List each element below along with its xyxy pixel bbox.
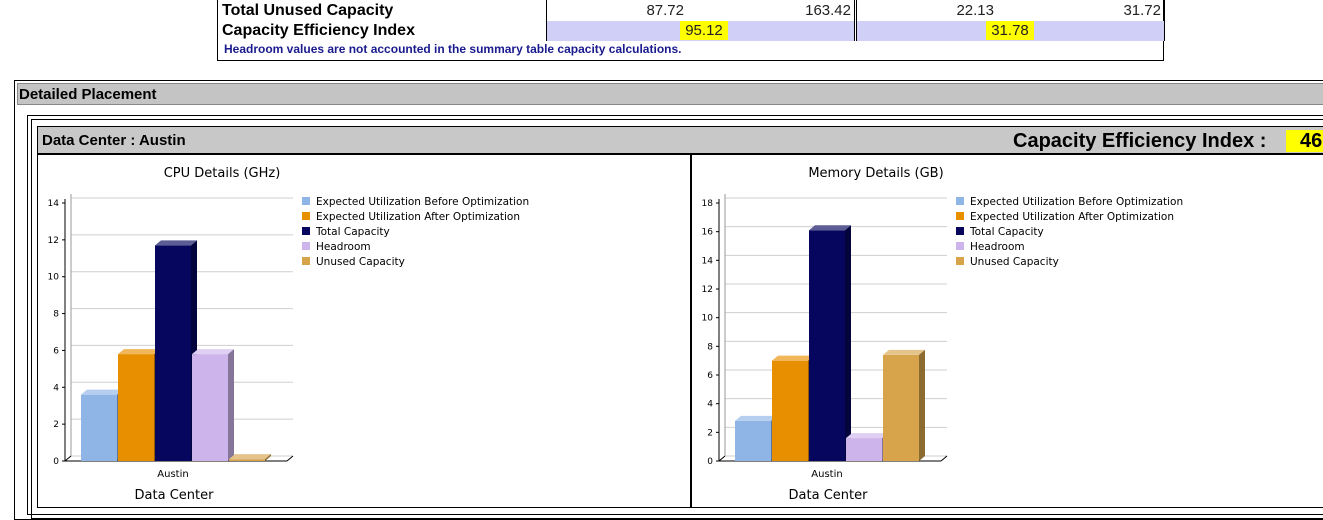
chart1-y-tick-label: 8	[707, 342, 713, 352]
chart1-y-tick-label: 14	[702, 256, 714, 266]
chart0-y-tick-label: 8	[53, 310, 59, 320]
chart0-y-tick-label: 4	[53, 383, 59, 393]
chart1-legend-swatch-4	[956, 257, 964, 265]
chart0-category-label: Austin	[157, 469, 188, 480]
row-label-total-unused-capacity: Total Unused Capacity	[222, 2, 394, 19]
memory-chart: Memory Details (GB) 0 2 4 6 8 10 12 14 16 18 Austin…	[702, 166, 1184, 503]
chart0-legend-label-3: Headroom	[316, 241, 371, 253]
chart1-bar-2	[809, 230, 845, 461]
chart0-bar-top-4	[229, 454, 271, 460]
chart0-legend-label-4: Unused Capacity	[316, 256, 405, 268]
chart0-legend-swatch-2	[302, 227, 310, 235]
chart0-floor-edge-right	[286, 455, 294, 462]
data-center-header: Data Center : Austin Capacity Efficiency…	[37, 126, 1323, 154]
chart1-bar-side-2	[845, 225, 851, 461]
chart0-y-tick-label: 10	[48, 273, 60, 283]
chart0-y-tick-label: 0	[53, 457, 59, 467]
chart1-bar-0	[735, 420, 771, 461]
chart0-title: CPU Details (GHz)	[164, 166, 281, 181]
chart0-floor-edge-left	[64, 455, 72, 462]
chart0-y-tick-label: 12	[48, 236, 59, 246]
value-cell: 31.72	[1123, 2, 1161, 19]
chart0-legend-swatch-0	[302, 197, 310, 205]
chart1-y-tick-label: 16	[702, 228, 714, 238]
value-cell: 22.13	[956, 2, 994, 19]
chart1-bar-top-2	[809, 225, 851, 231]
chart1-y-tick-label: 18	[702, 199, 714, 209]
chart0-bar-top-0	[81, 389, 123, 395]
headroom-note: Headroom values are not accounted in the…	[224, 42, 682, 56]
memory-chart-panel: Memory Details (GB) 0 2 4 6 8 10 12 14 16 18 Austin…	[691, 154, 1323, 508]
cei-label: Capacity Efficiency Index :	[1013, 130, 1267, 152]
cpu-chart: CPU Details (GHz) 0 2 4 6 8 10 12 14 Austin Data C…	[48, 166, 530, 503]
chart0-x-axis-label: Data Center	[135, 488, 215, 503]
chart0-bar-top-1	[118, 349, 160, 355]
chart1-y-tick-label: 2	[707, 428, 713, 438]
chart1-y-tick-label: 10	[702, 314, 714, 324]
chart1-bar-top-3	[846, 433, 888, 439]
chart1-bar-3	[846, 438, 882, 461]
chart1-legend-swatch-3	[956, 242, 964, 250]
chart1-legend-swatch-0	[956, 197, 964, 205]
cei-value-left: 95.12	[680, 21, 728, 40]
chart0-bar-top-3	[192, 349, 234, 355]
chart0-legend-label-2: Total Capacity	[315, 226, 390, 238]
chart1-x-axis-label: Data Center	[789, 488, 869, 503]
chart1-legend-swatch-2	[956, 227, 964, 235]
chart1-legend-label-0: Expected Utilization Before Optimization	[970, 196, 1183, 208]
chart1-legend-label-3: Headroom	[970, 241, 1025, 253]
value-cell: 87.72	[646, 2, 684, 19]
chart1-category-label: Austin	[811, 469, 842, 480]
row-label-capacity-efficiency-index: Capacity Efficiency Index	[222, 22, 415, 39]
chart1-bar-top-1	[772, 355, 814, 361]
chart1-bar-top-4	[883, 349, 925, 355]
chart0-bar-0	[81, 394, 117, 461]
chart0-bar-4	[229, 459, 265, 461]
chart1-floor-edge-left	[718, 455, 726, 462]
value-cell: 163.42	[805, 2, 851, 19]
chart1-bar-4	[883, 354, 919, 461]
chart1-bar-1	[772, 360, 808, 461]
chart0-y-tick-label: 6	[53, 346, 59, 356]
chart0-bar-1	[118, 354, 154, 461]
cpu-chart-panel: CPU Details (GHz) 0 2 4 6 8 10 12 14 Austin Data C…	[37, 154, 691, 508]
detailed-placement-header: Detailed Placement	[17, 83, 1323, 105]
chart0-legend-swatch-4	[302, 257, 310, 265]
chart0-legend-label-0: Expected Utilization Before Optimization	[316, 196, 529, 208]
chart1-y-tick-label: 6	[707, 371, 713, 381]
chart0-legend-swatch-1	[302, 212, 310, 220]
chart1-title: Memory Details (GB)	[808, 166, 943, 181]
chart1-bar-top-0	[735, 415, 777, 421]
chart0-bar-2	[155, 245, 191, 461]
data-center-title: Data Center : Austin	[42, 132, 186, 149]
chart1-legend-swatch-1	[956, 212, 964, 220]
chart0-bar-3	[192, 354, 228, 461]
chart1-y-tick-label: 12	[702, 285, 713, 295]
chart0-y-tick-label: 2	[53, 420, 59, 430]
chart1-legend-label-1: Expected Utilization After Optimization	[970, 211, 1174, 223]
chart1-floor-edge-right	[940, 455, 948, 462]
chart0-legend-label-1: Expected Utilization After Optimization	[316, 211, 520, 223]
chart1-legend-label-4: Unused Capacity	[970, 256, 1059, 268]
chart1-y-tick-label: 0	[707, 457, 713, 467]
cei-value: 46	[1286, 130, 1323, 152]
cei-value-right: 31.78	[986, 21, 1034, 40]
summary-table: Total Unused Capacity Capacity Efficienc…	[217, 0, 1165, 61]
chart0-y-tick-label: 14	[48, 199, 60, 209]
chart0-legend-swatch-3	[302, 242, 310, 250]
chart0-bar-top-2	[155, 240, 197, 246]
chart1-bar-side-4	[919, 349, 925, 461]
chart1-y-tick-label: 4	[707, 400, 713, 410]
chart0-bar-side-3	[228, 349, 234, 461]
chart1-legend-label-2: Total Capacity	[969, 226, 1044, 238]
